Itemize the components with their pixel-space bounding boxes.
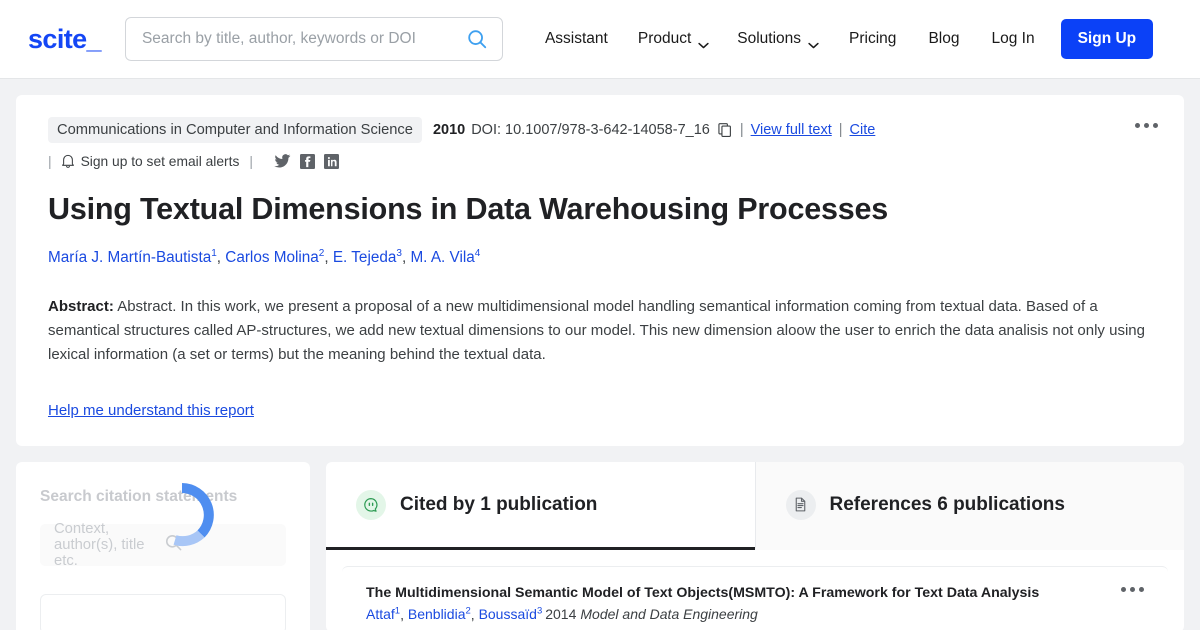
search-icon[interactable] [164,533,274,556]
author-name: Attaf [366,606,395,623]
help-understand-report-link[interactable]: Help me understand this report [48,402,254,419]
ellipsis-icon [1130,586,1135,592]
main-nav: Assistant Product Solutions Pricing Blog… [529,19,1180,59]
author-link[interactable]: Attaf1 [366,606,400,623]
alerts-separator: | [249,153,253,169]
tab-cited-by[interactable]: Cited by 1 publication [326,462,755,550]
nav-item-pricing[interactable]: Pricing [833,22,912,56]
result-options-menu[interactable] [1121,586,1144,592]
meta-separator: | [838,122,843,138]
author-affiliation: 3 [536,605,543,617]
citation-filter-box[interactable] [40,593,286,630]
citation-search-sidebar: Search citation statements Context, auth… [16,461,310,630]
journal-name[interactable]: Communications in Computer and Informati… [48,117,422,143]
ellipsis-icon [1135,123,1140,128]
nav-item-solutions[interactable]: Solutions [723,22,833,56]
nav-label: Assistant [544,30,608,47]
author-link[interactable]: M. A. Vila4 [410,247,481,266]
scite-logo[interactable]: scite_ [28,24,102,55]
facebook-icon[interactable] [299,153,315,169]
citation-search-input[interactable]: Context, author(s), title etc. [40,520,286,569]
ellipsis-icon [1144,123,1149,128]
author-name: Boussaïd [478,606,537,623]
author-affiliation: 4 [474,247,481,259]
abstract-label: Abstract: [48,297,114,315]
abstract-block: Abstract: Abstract. In this work, we pre… [48,295,1156,368]
copy-icon[interactable] [718,122,733,138]
sign-up-button[interactable]: Sign Up [1060,19,1154,59]
nav-label: Product [637,30,692,47]
citation-result-item[interactable]: The Multidimensional Semantic Model of T… [342,565,1168,630]
ellipsis-icon [1153,123,1158,128]
linkedin-icon[interactable] [323,153,339,169]
doi-text: DOI: 10.1007/978-3-642-14058-7_16 [471,122,710,138]
nav-item-product[interactable]: Product [624,22,723,56]
quote-bubble-icon [356,489,386,520]
result-journal: Model and Data Engineering [580,606,758,623]
page-body: Communications in Computer and Informati… [0,79,1200,446]
tab-bar: Cited by 1 publication References 6 publ… [326,461,1184,550]
nav-label: Pricing [849,30,897,47]
citation-search-placeholder: Context, author(s), title etc. [54,520,145,569]
nav-label: Log In [991,30,1035,47]
author-name: M. A. Vila [410,248,475,266]
social-share-group [274,153,339,169]
nav-item-assistant[interactable]: Assistant [529,22,624,56]
author-name: Benblidia [407,606,466,623]
view-full-text-link[interactable]: View full text [751,122,832,138]
nav-item-blog[interactable]: Blog [912,22,975,56]
chevron-down-icon [808,36,819,48]
global-search[interactable] [124,17,503,61]
abstract-text: Abstract. In this work, we present a pro… [48,297,1145,364]
twitter-icon[interactable] [274,154,291,168]
search-input[interactable] [141,30,466,48]
author-name: E. Tejeda [332,248,397,266]
publication-year: 2010 [432,122,466,138]
email-alerts-label[interactable]: Sign up to set email alerts [81,154,240,169]
page-title: Using Textual Dimensions in Data Warehou… [48,192,889,226]
author-link[interactable]: María J. Martín-Bautista1 [48,248,217,266]
author-link[interactable]: Benblidia2 [407,606,471,623]
lower-section: Search citation statements Context, auth… [0,446,1200,630]
result-year: 2014 [545,606,577,623]
citations-references-panel: Cited by 1 publication References 6 publ… [326,461,1184,630]
search-icon[interactable] [466,28,488,50]
author-link[interactable]: Boussaïd3 [478,605,543,623]
tab-references[interactable]: References 6 publications [754,461,1184,550]
paper-meta-row: Communications in Computer and Informati… [48,117,1156,143]
document-icon [785,489,816,520]
chevron-down-icon [698,36,709,48]
author-name: María J. Martín-Bautista [48,248,212,266]
meta-separator: | [739,122,744,138]
author-link[interactable]: E. Tejeda3 [332,248,402,266]
nav-item-login[interactable]: Log In [975,22,1050,56]
nav-label: Solutions [737,30,802,47]
tab-label: References 6 publications [829,493,1065,515]
ellipsis-icon [1121,586,1126,592]
alerts-separator: | [48,153,52,169]
tab-label: Cited by 1 publication [400,493,598,515]
cite-link[interactable]: Cite [850,122,876,138]
paper-detail-card: Communications in Computer and Informati… [16,95,1184,446]
author-link[interactable]: Carlos Molina2 [225,248,324,266]
email-alerts-row: | Sign up to set email alerts | [48,153,1156,169]
result-authors: Attaf1, Benblidia2, Boussaïd3 2014 Model a… [366,605,758,623]
ellipsis-icon [1139,586,1144,592]
site-header: scite_ Assistant Product Solutions Pr [0,0,1200,79]
sidebar-title: Search citation statements [40,487,238,505]
author-list: María J. Martín-Bautista1, Carlos Molina… [48,247,481,266]
result-title[interactable]: The Multidimensional Semantic Model of T… [366,585,1146,601]
nav-label: Blog [928,30,960,47]
author-name: Carlos Molina [225,248,319,266]
paper-options-menu[interactable] [1131,119,1162,132]
bell-icon [61,153,75,169]
